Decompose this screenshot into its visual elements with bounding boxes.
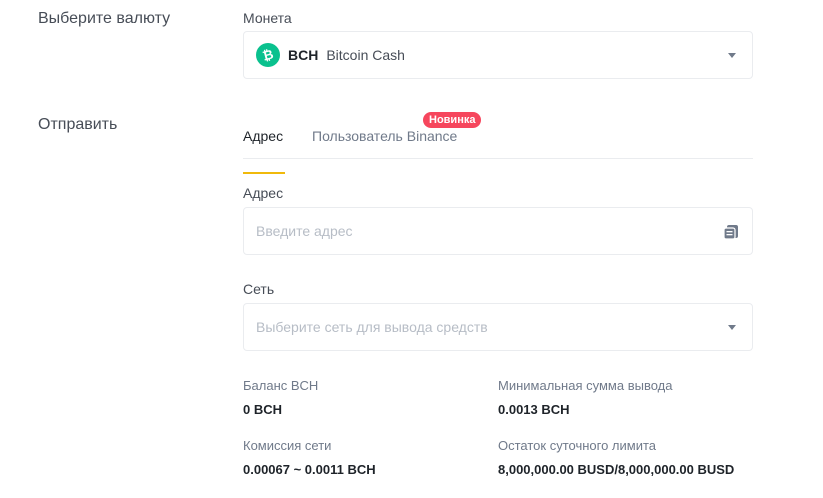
chevron-down-icon xyxy=(728,325,736,330)
send-label: Отправить xyxy=(38,116,118,133)
coin-symbol: BCH xyxy=(288,47,319,63)
bitcoin-cash-icon: ₿ xyxy=(256,43,280,67)
daily-limit-label: Остаток суточного лимита xyxy=(498,438,657,453)
send-tabs: Адрес Пользователь Binance Новинка xyxy=(243,112,753,174)
daily-limit-value: 8,000,000.00 BUSD/8,000,000.00 BUSD xyxy=(498,462,735,477)
address-field xyxy=(243,207,753,255)
min-withdrawal-label: Минимальная сумма вывода xyxy=(498,378,673,393)
address-field-label: Адрес xyxy=(243,185,284,201)
coin-name: Bitcoin Cash xyxy=(326,47,405,63)
coin-field-label: Монета xyxy=(243,10,292,26)
address-input[interactable] xyxy=(244,208,752,254)
select-currency-label: Выберите валюту xyxy=(38,10,171,27)
balance-value: 0 BCH xyxy=(243,402,283,417)
tab-binance-user-label: Пользователь Binance xyxy=(312,128,458,144)
coin-select[interactable]: ₿ BCH Bitcoin Cash xyxy=(243,31,753,79)
tab-address-label: Адрес xyxy=(243,128,284,144)
min-withdrawal-value: 0.0013 BCH xyxy=(498,402,570,417)
chevron-down-icon xyxy=(728,53,736,58)
active-tab-indicator xyxy=(243,172,285,174)
network-placeholder: Выберите сеть для вывода средств xyxy=(256,319,488,335)
svg-text:₿: ₿ xyxy=(261,48,275,62)
network-fee-label: Комиссия сети xyxy=(243,438,332,453)
tab-binance-user[interactable]: Пользователь Binance xyxy=(312,128,457,144)
balance-label: Баланс BCH xyxy=(243,378,319,393)
new-badge: Новинка xyxy=(423,112,482,128)
paste-icon[interactable] xyxy=(722,223,740,241)
network-select[interactable]: Выберите сеть для вывода средств xyxy=(243,303,753,351)
tab-address[interactable]: Адрес xyxy=(243,128,285,174)
network-field-label: Сеть xyxy=(243,281,275,297)
network-fee-value: 0.00067 ~ 0.0011 BCH xyxy=(243,462,376,477)
